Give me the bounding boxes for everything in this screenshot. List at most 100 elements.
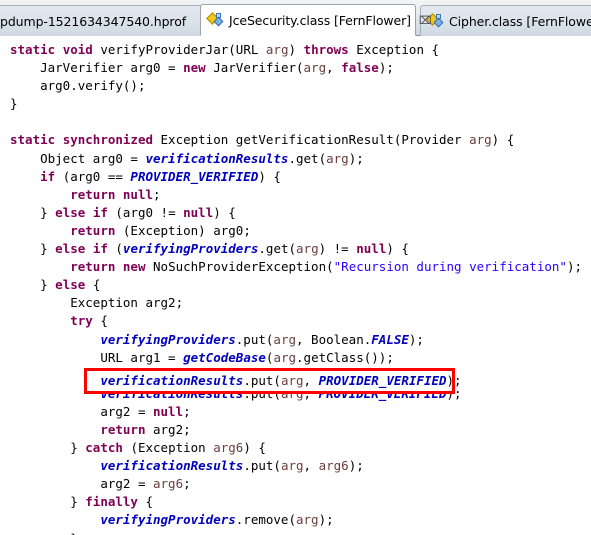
code-line[interactable]: return null; xyxy=(0,186,591,204)
code-token: JarVerifier( xyxy=(213,60,304,76)
code-line[interactable]: } else { xyxy=(0,276,591,294)
code-line[interactable]: return new NoSuchProviderException("Recu… xyxy=(0,258,591,276)
code-token: void xyxy=(62,42,101,57)
code-token: ) { xyxy=(258,168,281,184)
code-token: return xyxy=(70,222,123,238)
code-line[interactable]: arg2 = null; xyxy=(0,403,591,421)
code-token: if xyxy=(92,241,116,257)
code-token: verifyingProviders xyxy=(100,331,236,347)
code-token: return xyxy=(70,259,123,275)
code-line[interactable]: verificationResults.put(arg, arg6); xyxy=(0,457,591,475)
code-token: { xyxy=(100,313,108,329)
tab-label: pdump-1521634347540.hprof xyxy=(0,13,187,29)
code-token: null xyxy=(183,204,214,220)
code-token: Object arg0 = xyxy=(40,150,146,166)
code-token: (Exception xyxy=(130,440,214,456)
code-token: catch xyxy=(85,440,131,456)
code-lines[interactable]: static void verifyProviderJar(URL arg) t… xyxy=(0,36,591,535)
code-line[interactable]: return arg2; xyxy=(0,421,591,439)
code-token: } xyxy=(70,494,86,510)
tab-jcesecurity-class[interactable]: JceSecurity.class [FernFlower] ⌧ xyxy=(200,4,432,36)
code-line[interactable] xyxy=(0,113,591,131)
code-token: null xyxy=(356,241,387,257)
code-token: .get( xyxy=(258,241,297,257)
code-token: ); xyxy=(348,150,364,166)
code-line[interactable]: static void verifyProviderJar(URL arg) t… xyxy=(0,41,591,59)
code-line[interactable]: } catch (Exception arg6) { xyxy=(0,439,591,457)
code-token: verificationResults xyxy=(100,458,244,474)
code-token: } xyxy=(40,204,56,220)
code-token: ) { xyxy=(386,241,409,257)
code-token: "Recursion during verification" xyxy=(333,259,567,275)
code-token: (Exception) arg0; xyxy=(122,222,251,238)
code-token: Exception { xyxy=(356,42,440,57)
code-token: else xyxy=(55,241,93,257)
code-line[interactable]: URL arg1 = getCodeBase(arg.getClass()); xyxy=(0,349,591,367)
code-token: synchronized xyxy=(62,132,161,148)
code-token: new xyxy=(122,259,154,275)
code-line[interactable]: if (arg0 == PROVIDER_VERIFIED) { xyxy=(0,168,591,186)
code-token: ) { xyxy=(213,204,236,220)
code-token: Exception arg2; xyxy=(70,295,184,311)
code-token: ); xyxy=(566,259,582,275)
close-icon[interactable]: ⌧ xyxy=(419,15,432,26)
code-token: arg xyxy=(273,349,297,365)
code-line[interactable]: return (Exception) arg0; xyxy=(0,222,591,240)
code-token: static xyxy=(10,132,63,148)
tab-label: JceSecurity.class [FernFlower] xyxy=(229,12,411,28)
code-line[interactable]: Exception arg2; xyxy=(0,294,591,312)
code-token: Exception getVerificationResult(Provider xyxy=(160,132,470,148)
tab-cipher-class[interactable]: Cipher.class [FernFlower] xyxy=(420,5,591,36)
code-line[interactable]: verifyingProviders.put(arg, Boolean.FALS… xyxy=(0,331,591,349)
code-line[interactable]: } xyxy=(0,95,591,113)
tab-heapdump-hprof[interactable]: pdump-1521634347540.hprof xyxy=(0,5,204,36)
code-token: arg xyxy=(280,458,304,474)
code-token: ); xyxy=(348,458,364,474)
code-token: new xyxy=(183,60,214,76)
code-line[interactable]: } finally { xyxy=(0,493,591,511)
code-line[interactable]: } else if (arg0 != null) { xyxy=(0,204,591,222)
code-line[interactable]: arg2 = arg6; xyxy=(0,475,591,493)
code-token: , xyxy=(326,60,342,76)
editor-tab-bar: pdump-1521634347540.hprof JceSecurity.cl… xyxy=(0,0,591,36)
code-token: arg2 = xyxy=(100,403,153,419)
code-line[interactable]: JarVerifier arg0 = new JarVerifier(arg, … xyxy=(0,59,591,77)
code-line[interactable]: verifyingProviders.remove(arg); xyxy=(0,511,591,529)
code-token: , xyxy=(303,458,319,474)
code-token: arg6 xyxy=(318,458,349,474)
code-line[interactable]: arg0.verify(); xyxy=(0,77,591,95)
code-line[interactable]: static synchronized Exception getVerific… xyxy=(0,131,591,149)
code-token: } xyxy=(40,277,56,293)
code-token: arg2; xyxy=(153,421,191,437)
tab-label: Cipher.class [FernFlower] xyxy=(449,13,591,29)
code-line[interactable]: } xyxy=(0,530,591,535)
code-token: verifyProviderJar(URL xyxy=(100,42,266,57)
code-line[interactable]: Object arg0 = verificationResults.get(ar… xyxy=(0,150,591,168)
code-token: FALSE xyxy=(371,331,409,347)
code-token: PROVIDER_VERIFIED xyxy=(318,373,447,388)
code-token: verifyingProviders xyxy=(122,241,259,257)
code-token: (arg0 != xyxy=(115,204,184,220)
code-token: ( xyxy=(115,241,123,257)
code-token: arg0.verify(); xyxy=(40,78,146,94)
code-token: URL arg1 = xyxy=(100,349,184,365)
code-line[interactable]: } else if (verifyingProviders.get(arg) !… xyxy=(0,240,591,258)
code-token: NoSuchProviderException( xyxy=(153,259,334,275)
code-line[interactable]: try { xyxy=(0,312,591,330)
source-code-editor[interactable]: static void verifyProviderJar(URL arg) t… xyxy=(0,36,591,535)
